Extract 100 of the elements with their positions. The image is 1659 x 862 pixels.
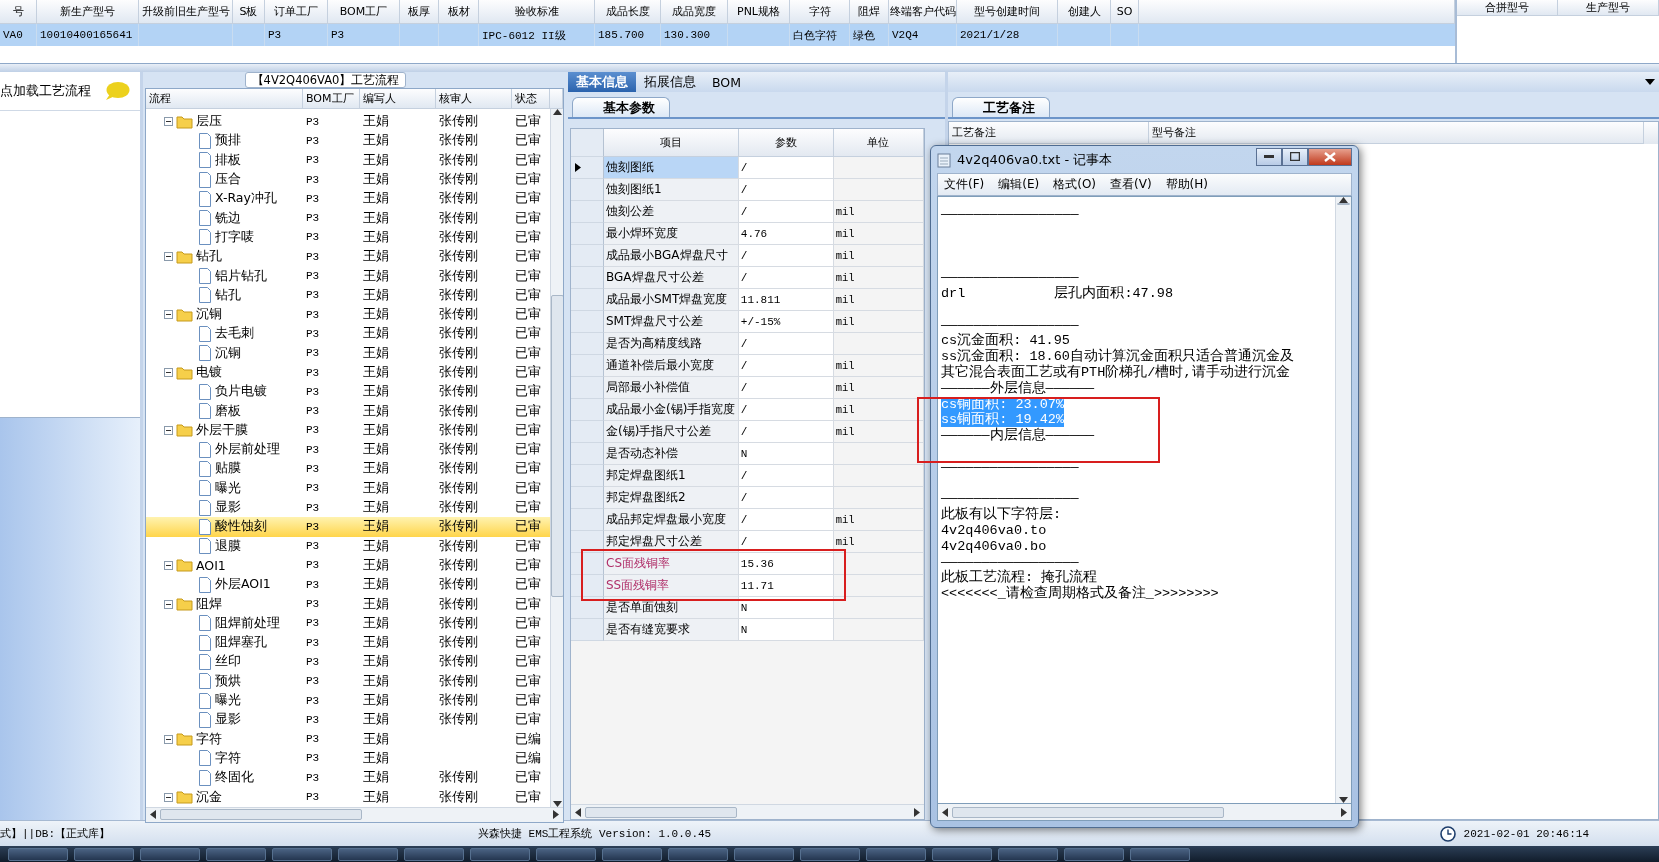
row-header[interactable] (571, 157, 604, 179)
taskbar-button[interactable] (734, 848, 794, 861)
tab[interactable]: BOM (704, 72, 749, 92)
table-cell[interactable]: 是否为高精度线路 (604, 333, 739, 355)
menu-item[interactable]: 编辑(E) (992, 176, 1046, 193)
tree-row[interactable]: 沉铜 P3 王娟 张传刚 已审 (146, 304, 550, 325)
taskbar-button[interactable] (800, 848, 860, 861)
table-cell[interactable]: SS面残铜率 (604, 575, 739, 597)
collapse-icon[interactable] (164, 734, 173, 744)
collapse-icon[interactable] (164, 792, 173, 802)
table-cell[interactable]: 邦定焊盘图纸1 (604, 465, 739, 487)
scrollbar[interactable] (571, 804, 924, 819)
table-cell[interactable]: / (738, 245, 834, 267)
column-header[interactable]: 型号备注 (1149, 122, 1644, 144)
column-header[interactable]: 核审人 (436, 89, 512, 109)
speech-bubble-icon[interactable] (104, 81, 130, 101)
tree-row[interactable]: 阻焊塞孔 P3 王娟 张传刚 已审 (146, 633, 550, 653)
column-header[interactable]: 流程 (146, 89, 303, 109)
tree-row[interactable]: 曝光 P3 王娟 张传刚 已审 (146, 690, 550, 711)
table-cell[interactable]: 成品最小BGA焊盘尺寸 (604, 245, 739, 267)
tree-row[interactable]: X-Ray冲孔 P3 王娟 张传刚 已审 (146, 189, 550, 209)
taskbar-button[interactable] (668, 848, 728, 861)
menu-item[interactable]: 帮助(H) (1159, 176, 1214, 193)
tree-row[interactable]: AOI1 P3 王娟 张传刚 已审 (146, 555, 550, 576)
taskbar-button[interactable] (602, 848, 662, 861)
table-cell[interactable]: 蚀刻图纸 (604, 157, 739, 179)
tree-row[interactable]: 去毛刺 P3 王娟 张传刚 已审 (146, 324, 550, 344)
tree-row[interactable]: 预排 P3 王娟 张传刚 已审 (146, 131, 550, 151)
taskbar-button[interactable] (1130, 848, 1190, 861)
tree-row[interactable]: 预烘 P3 王娟 张传刚 已审 (146, 671, 550, 691)
tree-row[interactable]: 字符 P3 王娟 已编 (146, 729, 550, 749)
tab[interactable]: 工艺备注 (952, 97, 1050, 117)
tree-row[interactable]: 打字唛 P3 王娟 张传刚 已审 (146, 227, 550, 248)
tab[interactable]: 拓展信息 (636, 72, 704, 92)
table-cell[interactable]: / (738, 399, 834, 421)
taskbar-button[interactable] (74, 848, 134, 861)
scrollbar[interactable] (937, 804, 1352, 821)
tree-row[interactable]: 压合 P3 王娟 张传刚 已审 (146, 169, 550, 190)
table-cell[interactable]: 是否有缝宽要求 (604, 619, 739, 641)
collapse-icon[interactable] (164, 368, 173, 377)
maximize-button[interactable] (1282, 147, 1308, 166)
table-cell[interactable]: / (738, 333, 834, 355)
scrollbar[interactable] (146, 806, 563, 822)
table-cell[interactable]: 蚀刻图纸1 (604, 179, 739, 201)
table-cell[interactable]: 是否单面蚀刻 (604, 597, 739, 619)
taskbar-button[interactable] (1064, 848, 1124, 861)
tree-row[interactable]: 沉金 P3 王娟 张传刚 已审 (146, 787, 550, 807)
table-cell[interactable]: 成品邦定焊盘最小宽度 (604, 509, 739, 531)
tab[interactable]: 基本参数 (572, 97, 670, 117)
table-cell[interactable]: 11.71 (738, 575, 834, 597)
tree-row[interactable]: 磨板 P3 王娟 张传刚 已审 (146, 401, 550, 421)
splitter[interactable] (0, 64, 1659, 72)
scrollbar[interactable] (550, 109, 563, 807)
table-cell[interactable]: 是否动态补偿 (604, 443, 739, 465)
tree-row[interactable]: 字符 P3 王娟 已编 (146, 748, 550, 769)
tree-row[interactable]: 酸性蚀刻 P3 王娟 张传刚 已审 (146, 517, 550, 537)
collapse-icon[interactable] (164, 425, 173, 435)
scroll-right-icon[interactable] (1341, 807, 1347, 817)
table-cell[interactable]: / (738, 179, 834, 201)
table-cell[interactable]: 成品最小金(锡)手指宽度 (604, 399, 739, 421)
column-header[interactable]: BOM工厂 (303, 89, 360, 109)
menu-item[interactable]: 文件(F) (938, 176, 991, 193)
table-cell[interactable]: / (738, 201, 834, 223)
menu-item[interactable]: 查看(V) (1104, 176, 1158, 193)
table-cell[interactable]: 4.76 (738, 223, 834, 245)
tree-row[interactable]: 终固化 P3 王娟 张传刚 已审 (146, 768, 550, 788)
tree-row[interactable]: 外层AOI1 P3 王娟 张传刚 已审 (146, 575, 550, 595)
table-cell[interactable]: 通道补偿后最小宽度 (604, 355, 739, 377)
table-cell[interactable]: SMT焊盘尺寸公差 (604, 311, 739, 333)
collapse-icon[interactable] (164, 117, 173, 127)
table-cell[interactable]: 金(锡)手指尺寸公差 (604, 421, 739, 443)
table-cell[interactable]: +/-15% (738, 311, 834, 333)
table-cell[interactable]: 11.811 (738, 289, 834, 311)
table-cell[interactable]: 邦定焊盘图纸2 (604, 487, 739, 509)
tree-row[interactable]: 丝印 P3 王娟 张传刚 已审 (146, 652, 550, 672)
table-cell[interactable]: / (738, 157, 834, 179)
load-process-label[interactable]: 点加载工艺流程 (0, 82, 91, 100)
table-cell[interactable]: / (738, 487, 834, 509)
tree-row[interactable]: 铝片钻孔 P3 王娟 张传刚 已审 (146, 266, 550, 286)
column-header[interactable]: 工艺备注 (949, 122, 1149, 144)
tree-row[interactable]: 退膜 P3 王娟 张传刚 已审 (146, 536, 550, 556)
table-cell[interactable]: CS面残铜率 (604, 553, 739, 575)
tree-row[interactable]: 显影 P3 王娟 张传刚 已审 (146, 710, 550, 730)
table-cell[interactable]: / (738, 355, 834, 377)
column-header[interactable]: 合拼型号 (1457, 0, 1558, 16)
tree-row[interactable]: 外层干膜 P3 王娟 张传刚 已审 (146, 420, 550, 441)
close-button[interactable] (1308, 147, 1352, 166)
column-header[interactable]: 编写人 (360, 89, 436, 109)
tree-row[interactable]: 层压 P3 王娟 张传刚 已审 (146, 112, 550, 132)
tree-row[interactable]: 外层前处理 P3 王娟 张传刚 已审 (146, 440, 550, 460)
scroll-right-icon[interactable] (914, 807, 920, 817)
taskbar-button[interactable] (272, 848, 332, 861)
table-cell[interactable]: N (738, 443, 834, 465)
scroll-left-icon[interactable] (150, 810, 156, 820)
tree-row[interactable]: 负片电镀 P3 王娟 张传刚 已审 (146, 382, 550, 402)
table-cell[interactable]: / (738, 465, 834, 487)
column-header[interactable]: 单位 (833, 129, 924, 157)
taskbar-button[interactable] (998, 848, 1058, 861)
column-header[interactable]: 状态 (512, 89, 550, 109)
minimize-button[interactable] (1256, 147, 1282, 166)
